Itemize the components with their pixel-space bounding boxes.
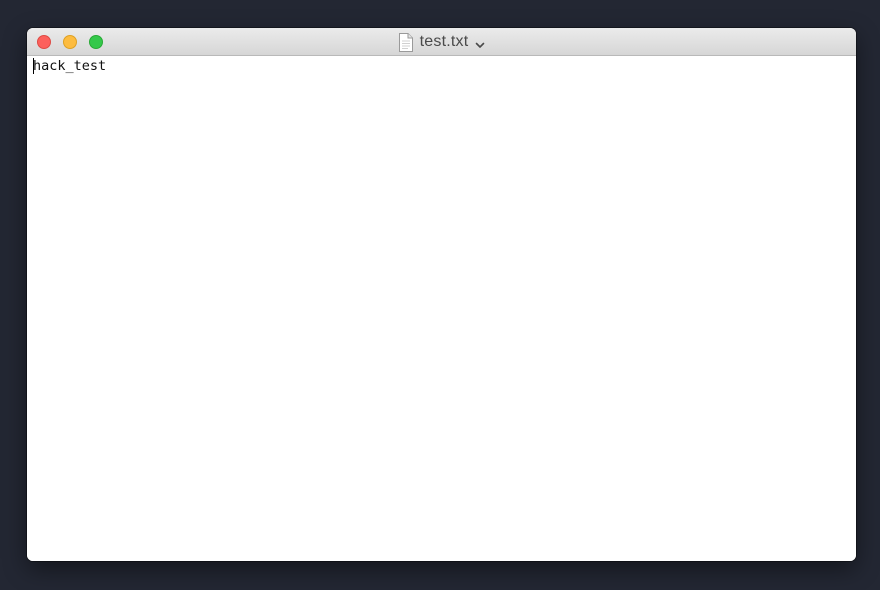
text-editor-window: test.txt hack_test [27,28,856,561]
document-text[interactable]: hack_test [33,58,106,74]
text-cursor [33,58,34,74]
title-bar[interactable]: test.txt [27,28,856,56]
chevron-down-icon[interactable] [475,37,485,48]
document-icon [398,32,414,52]
text-editor-area[interactable]: hack_test [27,56,856,561]
window-title: test.txt [419,33,469,50]
desktop: test.txt hack_test [0,0,880,590]
window-title-group[interactable]: test.txt [27,28,856,56]
